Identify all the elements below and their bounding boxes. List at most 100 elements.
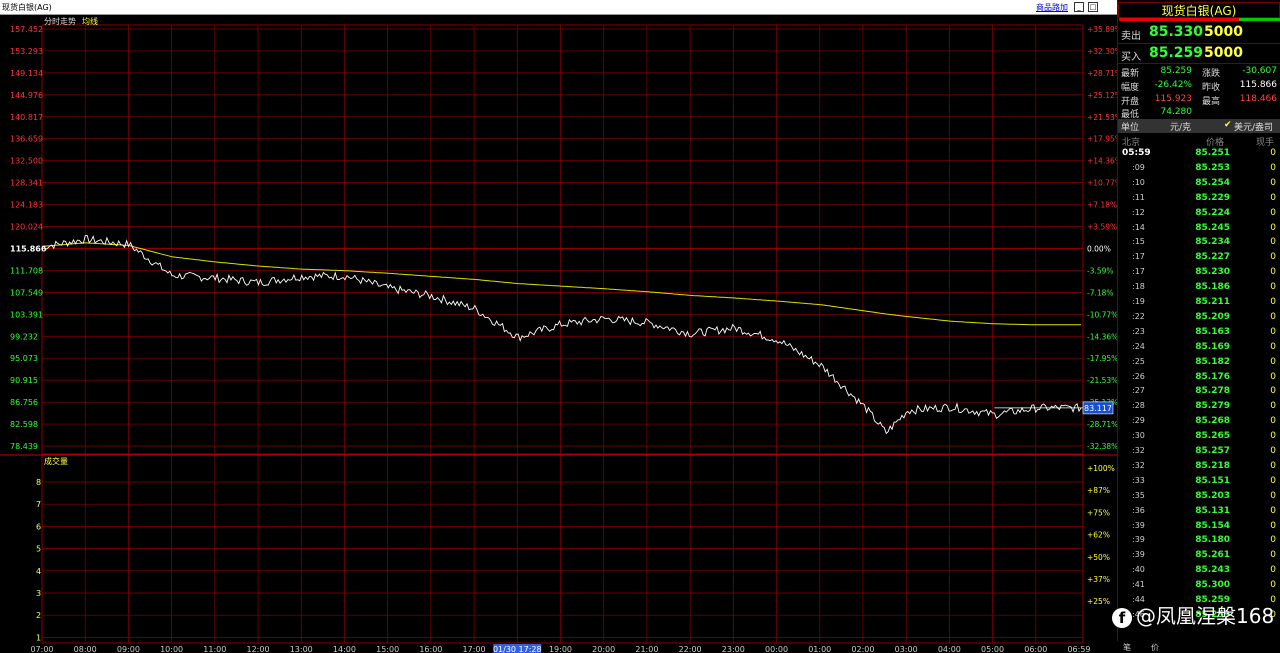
tick-volume: 0 <box>1270 252 1276 263</box>
time-tick-label: 00:00 <box>765 645 788 653</box>
tick-volume: 0 <box>1270 207 1276 218</box>
price-tick-label: 149.134 <box>10 69 43 78</box>
tick-price: 85.209 <box>1195 311 1230 322</box>
percent-tick-label: +32.30% <box>1087 47 1117 56</box>
tick-row: :11 85.229 0 <box>1118 193 1280 208</box>
change-label: 涨跌 <box>1202 69 1221 79</box>
tick-time: :24 <box>1132 341 1145 351</box>
volume-percent-label: +37% <box>1087 575 1110 584</box>
tick-row: :25 85.182 0 <box>1118 357 1280 372</box>
tick-volume: 0 <box>1270 162 1276 173</box>
unit-bar[interactable]: 单位 元/克 ✔ 美元/盎司 <box>1118 119 1280 133</box>
volume-tick-label: 5 <box>36 545 41 554</box>
tab-average-line[interactable]: 均线 <box>82 16 98 26</box>
volume-tick-label: 1 <box>36 633 41 642</box>
tick-time: :17 <box>1132 252 1145 262</box>
tick-time: :18 <box>1132 282 1145 292</box>
time-tick-label: 21:00 <box>635 645 658 653</box>
tick-row: :26 85.176 0 <box>1118 372 1280 387</box>
time-tick-label: 06:00 <box>1024 645 1047 653</box>
time-tick-label: 16:00 <box>419 645 442 653</box>
product-link[interactable]: 商品路加 <box>1036 2 1068 13</box>
tick-price: 85.300 <box>1195 580 1230 591</box>
tick-volume: 0 <box>1270 267 1276 278</box>
intraday-chart[interactable]: 07:00 08:00 09:00 10:00 11:00 12:00 13:00 14:00… <box>0 15 1122 653</box>
tick-row: :36 85.131 0 <box>1118 506 1280 521</box>
tick-row: :18 85.186 0 <box>1118 282 1280 297</box>
prev-close-label: 昨收 <box>1202 83 1221 93</box>
volume-percent-label: +75% <box>1087 508 1110 517</box>
tick-time: :36 <box>1132 505 1145 515</box>
tick-price: 85.203 <box>1195 490 1230 501</box>
tick-volume: 0 <box>1270 550 1276 561</box>
tick-row: :12 85.224 0 <box>1118 208 1280 223</box>
tick-price: 85.278 <box>1195 386 1230 397</box>
tick-price: 85.180 <box>1195 535 1230 546</box>
tick-row: :19 85.211 0 <box>1118 297 1280 312</box>
price-tick-label: 144.976 <box>10 91 43 100</box>
col-volume-header: 现手 <box>1256 138 1275 148</box>
tick-time: :33 <box>1132 475 1145 485</box>
time-tick-label: 15:00 <box>376 645 399 653</box>
tick-row: :22 85.209 0 <box>1118 312 1280 327</box>
tick-volume: 0 <box>1270 386 1276 397</box>
tick-time: :27 <box>1132 386 1145 396</box>
price-tick-label: 124.183 <box>10 201 43 210</box>
unit-option-usd-oz[interactable]: 美元/盎司 <box>1234 120 1273 133</box>
percent-tick-label: -3.59% <box>1087 266 1114 275</box>
volume-tick-label: 7 <box>36 500 41 509</box>
tick-price: 85.131 <box>1195 505 1230 516</box>
restore-button[interactable]: □ <box>1088 2 1098 12</box>
tick-price: 85.154 <box>1195 520 1230 531</box>
price-tick-label: 136.659 <box>10 135 43 144</box>
tick-volume: 0 <box>1270 460 1276 471</box>
tick-volume: 0 <box>1270 401 1276 412</box>
open-label: 开盘 <box>1121 97 1140 107</box>
title-bar: 现货白银(AG) 商品路加 _ □ <box>0 0 1117 15</box>
percent-tick-label: +25.12% <box>1087 91 1117 100</box>
tick-price: 85.151 <box>1195 475 1230 486</box>
tick-row: :33 85.151 0 <box>1118 476 1280 491</box>
high-label: 最高 <box>1202 97 1221 107</box>
tick-price: 85.176 <box>1195 371 1230 382</box>
tick-row: :24 85.169 0 <box>1118 342 1280 357</box>
time-tick-label: 10:00 <box>160 645 183 653</box>
quote-panel: 现货白银(AG) 卖出 85.330 5000 买入 85.259 5000 最… <box>1117 0 1280 653</box>
tick-price: 85.265 <box>1195 431 1230 442</box>
tick-volume: 0 <box>1270 371 1276 382</box>
tick-row: :29 85.268 0 <box>1118 416 1280 431</box>
tab-intraday[interactable]: 分时走势 <box>44 16 76 26</box>
tick-time: :23 <box>1132 326 1145 336</box>
divider <box>1118 43 1280 44</box>
window-title: 现货白银(AG) <box>2 3 52 12</box>
percent-tick-label: -28.71% <box>1087 420 1117 429</box>
prev-close-value: 115.866 <box>1239 80 1277 90</box>
price-tick-label: 99.232 <box>10 332 38 341</box>
price-tick-label: 95.073 <box>10 354 38 363</box>
time-tick-label: 19:00 <box>549 645 572 653</box>
time-tick-label: 02:00 <box>851 645 874 653</box>
tab-prices[interactable]: 价 <box>1151 642 1159 653</box>
price-tick-label: 140.817 <box>10 113 43 122</box>
tick-volume: 0 <box>1270 356 1276 367</box>
range-value: -26.42% <box>1154 80 1192 90</box>
unit-option-yuan-gram[interactable]: 元/克 <box>1170 120 1191 133</box>
percent-tick-label: +28.71% <box>1087 69 1117 78</box>
chart-area[interactable]: 07:00 08:00 09:00 10:00 11:00 12:00 13:00 14:00… <box>0 15 1122 653</box>
time-tick-label: 07:00 <box>30 645 53 653</box>
tab-trades[interactable]: 笔 <box>1123 642 1131 653</box>
tick-time: :40 <box>1132 565 1145 575</box>
time-tick-label: 06:59 <box>1067 645 1090 653</box>
tick-price: 85.227 <box>1195 252 1230 263</box>
unit-label: 单位 <box>1121 123 1140 133</box>
change-value: -30.607 <box>1242 66 1277 76</box>
tick-price: 85.254 <box>1195 177 1230 188</box>
tick-price: 85.182 <box>1195 356 1230 367</box>
tick-row: :15 85.234 0 <box>1118 237 1280 252</box>
tick-row: :32 85.257 0 <box>1118 446 1280 461</box>
tick-time: :10 <box>1132 177 1145 187</box>
price-tick-label: 128.341 <box>10 179 43 188</box>
minimize-button[interactable]: _ <box>1074 2 1084 12</box>
percent-tick-label: +7.18% <box>1087 201 1117 210</box>
volume-percent-label: +100% <box>1087 464 1115 473</box>
